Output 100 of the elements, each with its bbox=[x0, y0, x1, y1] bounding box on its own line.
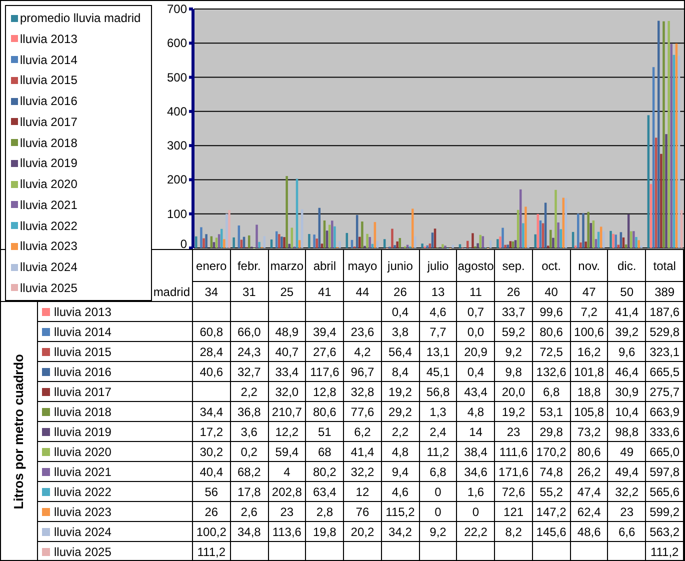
table-cell: 56 bbox=[193, 482, 231, 502]
table-cell: 18,8 bbox=[570, 382, 608, 402]
table-cell: 45,1 bbox=[420, 362, 458, 382]
table-cell: 7,2 bbox=[570, 302, 608, 322]
bar bbox=[232, 237, 235, 248]
axis-title: Litros por metro cuadrdo bbox=[10, 354, 28, 510]
column-header: febr. bbox=[237, 258, 261, 272]
table-cell: 147,2 bbox=[532, 502, 571, 522]
table-cell: 34,6 bbox=[457, 462, 496, 482]
table-cell: 23 bbox=[608, 502, 646, 522]
table-cell: 98,8 bbox=[608, 422, 646, 442]
table-cell: 323,1 bbox=[646, 342, 684, 362]
table-cell: 111,6 bbox=[495, 442, 533, 462]
table-cell: 117,6 bbox=[306, 362, 344, 382]
table-cell: 32,2 bbox=[344, 462, 382, 482]
table-cell: 40 bbox=[532, 282, 571, 302]
row-label: lluvia 2023 bbox=[54, 504, 112, 520]
table-cell: 4 bbox=[268, 462, 306, 482]
table-cell: 39,4 bbox=[306, 322, 344, 342]
table-cell: 8,2 bbox=[495, 522, 533, 542]
table-cell: 55,2 bbox=[532, 482, 571, 502]
table-cell: 113,6 bbox=[268, 522, 306, 542]
table-cell: 39,2 bbox=[608, 322, 646, 342]
table-cell: 44 bbox=[344, 282, 382, 302]
table-cell: 99,6 bbox=[532, 302, 571, 322]
table-cell: 1,3 bbox=[420, 402, 458, 422]
table-cell: 23 bbox=[268, 502, 306, 522]
table-cell: 11,2 bbox=[420, 442, 458, 462]
table-cell: 29,8 bbox=[532, 422, 571, 442]
row-label: lluvia 2020 bbox=[54, 444, 112, 460]
table-cell: 80,6 bbox=[306, 402, 344, 422]
table-cell: 2,2 bbox=[382, 422, 420, 442]
table-cell: 59,2 bbox=[495, 322, 533, 342]
axis-tick-label: 700 bbox=[166, 2, 187, 16]
table-cell: 24,3 bbox=[230, 342, 269, 362]
table-cell: 2,8 bbox=[306, 502, 344, 522]
table-cell: 56,8 bbox=[420, 382, 458, 402]
column-header: total bbox=[653, 258, 676, 272]
table-cell bbox=[230, 302, 269, 322]
table-cell: 28,4 bbox=[193, 342, 231, 362]
table-cell: 41,4 bbox=[344, 442, 382, 462]
table-cell: 40,7 bbox=[268, 342, 306, 362]
table-cell: 20,9 bbox=[457, 342, 496, 362]
legend-label: lluvia 2025 bbox=[20, 280, 78, 297]
bar bbox=[195, 236, 198, 248]
table-cell: 210,7 bbox=[268, 402, 306, 422]
table-cell: 47 bbox=[570, 282, 608, 302]
row-label: lluvia 2013 bbox=[54, 304, 112, 320]
table-cell: 10,4 bbox=[608, 402, 646, 422]
table-cell: 48,9 bbox=[268, 322, 306, 342]
table-cell: 63,4 bbox=[306, 482, 344, 502]
table-cell: 7,7 bbox=[420, 322, 458, 342]
table-cell: 333,6 bbox=[646, 422, 684, 442]
table-cell: 27,6 bbox=[306, 342, 344, 362]
table-cell: 32,7 bbox=[230, 362, 269, 382]
column-header: julio bbox=[427, 258, 449, 272]
table-cell: 68 bbox=[306, 442, 344, 462]
row-label: lluvia 2025 bbox=[54, 544, 112, 560]
table-cell: 30,9 bbox=[608, 382, 646, 402]
table-cell: 16,2 bbox=[570, 342, 608, 362]
column-header: nov. bbox=[578, 258, 600, 272]
table-cell: 19,2 bbox=[382, 382, 420, 402]
table-cell bbox=[268, 302, 306, 322]
table-cell: 17,2 bbox=[193, 422, 231, 442]
table-cell: 47,4 bbox=[570, 482, 608, 502]
legend-label: lluvia 2021 bbox=[20, 196, 78, 214]
axis-tick-label: 200 bbox=[166, 172, 187, 187]
axis-tick-label: 0 bbox=[180, 237, 187, 249]
table-cell: 23,6 bbox=[344, 322, 382, 342]
column-header: sep. bbox=[502, 258, 525, 272]
table-cell: 663,9 bbox=[646, 402, 684, 422]
legend-label: lluvia 2018 bbox=[20, 134, 78, 152]
table-cell: 32,8 bbox=[344, 382, 382, 402]
row-label: lluvia 2014 bbox=[54, 324, 112, 340]
table-cell: 68,2 bbox=[230, 462, 269, 482]
table-cell: 2,6 bbox=[230, 502, 269, 522]
column-header: abril bbox=[313, 258, 336, 272]
legend-label: lluvia 2015 bbox=[20, 72, 78, 90]
table-cell: 101,8 bbox=[570, 362, 608, 382]
table-cell: 23 bbox=[495, 422, 533, 442]
table-cell: 49 bbox=[608, 442, 646, 462]
table-cell: 0 bbox=[457, 502, 496, 522]
table-cell: 43,4 bbox=[457, 382, 496, 402]
table-cell: 51 bbox=[306, 422, 344, 442]
table-cell: 26,2 bbox=[570, 462, 608, 482]
table-cell: 77,6 bbox=[344, 402, 382, 422]
row-label: lluvia 2015 bbox=[54, 344, 112, 360]
column-header: enero bbox=[196, 258, 227, 272]
row-label: lluvia 2016 bbox=[54, 364, 112, 380]
table-cell: 202,8 bbox=[268, 482, 306, 502]
table-cell: 115,2 bbox=[382, 502, 420, 522]
table-cell: 34,8 bbox=[230, 522, 269, 542]
table-cell: 665,0 bbox=[646, 442, 684, 462]
table-cell: 0,4 bbox=[457, 362, 496, 382]
table-cell: 72,5 bbox=[532, 342, 571, 362]
table-cell: 33,4 bbox=[268, 362, 306, 382]
table-cell: 0 bbox=[420, 502, 458, 522]
table-cell: 2,2 bbox=[230, 382, 269, 402]
row-label: lluvia 2017 bbox=[54, 384, 112, 400]
table-cell: 33,7 bbox=[495, 302, 533, 322]
